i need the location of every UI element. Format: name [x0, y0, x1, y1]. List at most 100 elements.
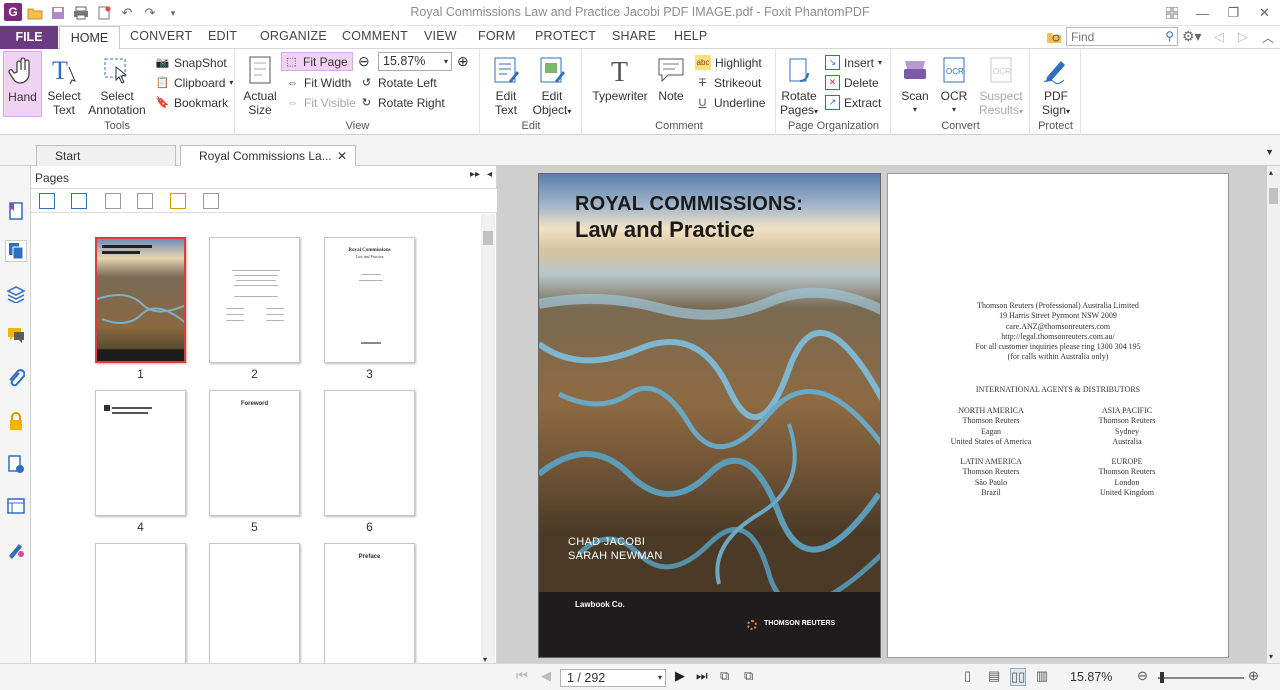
page-thumbnail-6[interactable]	[324, 390, 415, 516]
snapshot-button[interactable]: 📷 SnapShot	[155, 53, 227, 72]
ribbon-display-icon[interactable]	[1156, 0, 1187, 26]
zoom-in-icon[interactable]: ⊕	[457, 53, 469, 70]
page-thumbnail-8[interactable]	[209, 543, 300, 664]
tab-help[interactable]: HELP	[674, 29, 707, 43]
reduce-thumbnail-icon[interactable]	[71, 193, 87, 209]
thumbnails-scroll-thumb[interactable]	[483, 231, 493, 245]
actual-size-button[interactable]: Actual Size	[240, 51, 280, 117]
edit-text-button[interactable]: Edit Text	[487, 51, 525, 117]
security-lock-icon[interactable]	[5, 410, 27, 432]
note-button[interactable]: Note	[653, 51, 689, 117]
tab-home[interactable]: HOME	[59, 26, 120, 50]
close-tab-icon[interactable]: ✕	[337, 146, 347, 166]
ocr-button[interactable]: OCR OCR ▾	[936, 51, 972, 117]
strikeout-button[interactable]: T Strikeout	[695, 73, 761, 92]
fit-page-button[interactable]: ⬚ Fit Page	[281, 52, 353, 71]
tab-list-chevron-icon[interactable]: ▼	[1265, 147, 1274, 157]
typewriter-button[interactable]: T Typewriter	[589, 51, 651, 117]
next-page-icon[interactable]: ▶	[675, 668, 685, 684]
pdf-sign-button[interactable]: PDF Sign▾	[1035, 51, 1077, 117]
zoom-slider-handle[interactable]	[1160, 672, 1164, 683]
viewer-scroll-up-icon[interactable]: ▴	[1269, 168, 1273, 177]
previous-page-icon[interactable]: ◀	[541, 668, 551, 684]
find-input[interactable]	[1067, 28, 1159, 45]
rotate-right-button[interactable]: ↻ Rotate Right	[359, 93, 445, 112]
rotate-left-button[interactable]: ↺ Rotate Left	[359, 73, 437, 92]
fit-visible-button[interactable]: ⇔ Fit Visible	[285, 93, 356, 112]
delete-pages-icon[interactable]	[203, 193, 219, 209]
attachments-icon[interactable]	[5, 367, 27, 389]
insert-button[interactable]: ↘ Insert ▾	[825, 53, 882, 72]
tab-start[interactable]: Start	[36, 145, 176, 166]
file-menu-button[interactable]: FILE	[0, 26, 58, 49]
bookmark-button[interactable]: 🔖 Bookmark	[155, 93, 228, 112]
page-thumbnail-7[interactable]	[95, 543, 186, 664]
select-annotation-button[interactable]: Select Annotation	[87, 51, 147, 117]
next-view-icon[interactable]: ⧉	[744, 668, 753, 684]
signatures-icon[interactable]	[5, 538, 27, 560]
facing-page-icon[interactable]: ▯▯	[1010, 668, 1027, 686]
viewer-scrollbar[interactable]: ▴ ▾	[1267, 166, 1280, 663]
find-options-icon[interactable]	[1046, 30, 1062, 44]
delete-button[interactable]: ✕ Delete	[825, 73, 879, 92]
tab-convert[interactable]: CONVERT	[130, 29, 192, 43]
comments-icon[interactable]	[5, 324, 27, 346]
edit-object-button[interactable]: Edit Object▾	[529, 51, 575, 117]
rotate-pages-button[interactable]: Rotate Pages▾	[779, 51, 819, 117]
settings-gear-icon[interactable]: ⚙▾	[1182, 28, 1202, 45]
collapse-ribbon-icon[interactable]: ︿	[1262, 29, 1274, 46]
hand-tool-button[interactable]: Hand	[3, 51, 42, 117]
insert-pages-icon[interactable]	[105, 193, 121, 209]
tab-form[interactable]: FORM	[478, 29, 516, 43]
tab-protect[interactable]: PROTECT	[535, 29, 596, 43]
select-text-button[interactable]: T Select Text	[45, 51, 83, 117]
page-thumbnail-2[interactable]	[209, 237, 300, 363]
document-viewer[interactable]: ROYAL COMMISSIONS: Law and Practice CHAD…	[497, 166, 1280, 663]
page-thumbnails-icon[interactable]	[5, 240, 27, 262]
extract-button[interactable]: ↗ Extract	[825, 93, 881, 112]
expand-panel-icon[interactable]: ▸▸	[470, 169, 480, 180]
status-zoom-in-icon[interactable]: ⊕	[1248, 668, 1259, 684]
previous-view-icon[interactable]: ⧉	[720, 668, 729, 684]
page-thumbnail-5[interactable]: Foreword	[209, 390, 300, 516]
tab-view[interactable]: VIEW	[424, 29, 457, 43]
continuous-facing-icon[interactable]: ▥	[1036, 668, 1048, 684]
close-icon[interactable]: ✕	[1249, 0, 1280, 26]
page-number-input[interactable]: 1 / 292 ▾	[560, 669, 666, 687]
previous-result-icon[interactable]: ◁	[1214, 29, 1224, 45]
tab-share[interactable]: SHARE	[612, 29, 656, 43]
clipboard-button[interactable]: 📋 Clipboard ▾	[155, 73, 234, 92]
thumbnails-scrollbar[interactable]: ▾	[481, 214, 495, 664]
fit-width-button[interactable]: ⇔ Fit Width	[285, 73, 351, 92]
maximize-icon[interactable]: ❐	[1218, 0, 1249, 26]
viewer-scroll-thumb[interactable]	[1269, 188, 1278, 204]
viewer-scroll-down-icon[interactable]: ▾	[1269, 652, 1273, 661]
continuous-page-icon[interactable]: ▤	[988, 668, 1000, 684]
layers-icon[interactable]	[5, 283, 27, 305]
suspect-results-button[interactable]: OCR Suspect Results▾	[976, 51, 1026, 117]
form-fields-icon[interactable]	[5, 495, 27, 517]
zoom-out-icon[interactable]: ⊖	[358, 53, 370, 70]
zoom-slider[interactable]	[1158, 677, 1244, 679]
tab-comment[interactable]: COMMENT	[342, 29, 408, 43]
page-thumbnail-4[interactable]	[95, 390, 186, 516]
page-thumbnail-1[interactable]	[95, 237, 186, 363]
collapse-panel-icon[interactable]: ◂	[487, 169, 492, 180]
bookmarks-icon[interactable]	[5, 200, 27, 222]
scan-button[interactable]: Scan ▾	[896, 51, 934, 117]
tab-edit[interactable]: EDIT	[208, 29, 237, 43]
next-result-icon[interactable]: ▷	[1238, 29, 1248, 45]
status-zoom-out-icon[interactable]: ⊖	[1137, 668, 1148, 684]
minimize-icon[interactable]: —	[1187, 0, 1218, 26]
enlarge-thumbnail-icon[interactable]	[39, 193, 55, 209]
page-thumbnail-9[interactable]: Preface	[324, 543, 415, 664]
search-icon[interactable]: ⚲	[1165, 29, 1174, 43]
extract-pages-icon[interactable]	[137, 193, 153, 209]
tab-organize[interactable]: ORGANIZE	[260, 29, 327, 43]
highlight-button[interactable]: abc Highlight	[695, 53, 762, 72]
last-page-icon[interactable]: ⏭	[696, 668, 708, 684]
underline-button[interactable]: U Underline	[695, 93, 766, 112]
document-properties-icon[interactable]	[5, 453, 27, 475]
zoom-select[interactable]: 15.87% ▾	[378, 52, 452, 71]
first-page-icon[interactable]: ⏮	[516, 668, 528, 684]
